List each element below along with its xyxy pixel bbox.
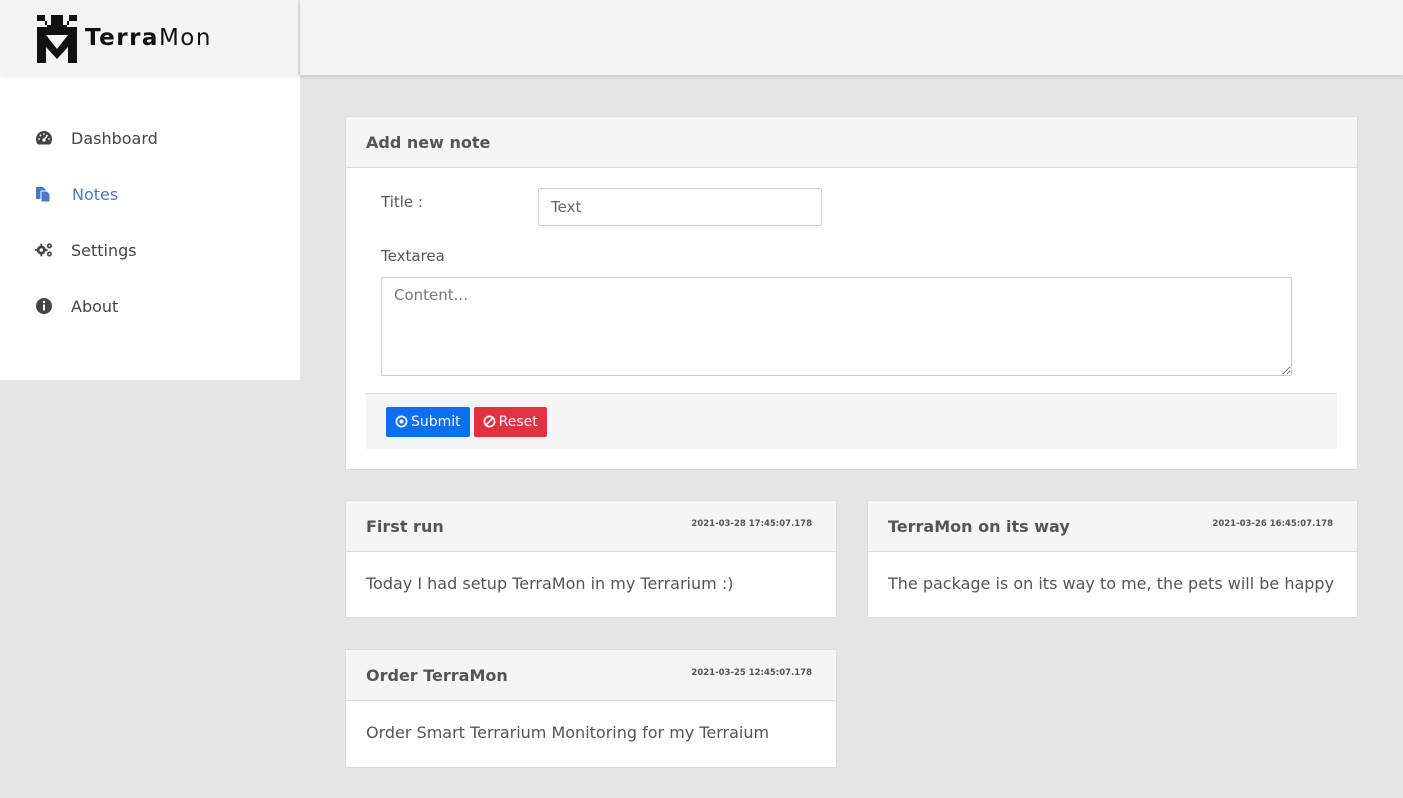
card-title: Add new note <box>366 132 491 152</box>
brand[interactable]: TerraMon <box>0 0 299 75</box>
note-title: TerraMon on its way <box>888 516 1070 536</box>
note-card: Order TerraMon 2021-03-25 12:45:07.178 O… <box>345 649 837 768</box>
ban-icon <box>483 415 496 428</box>
note-timestamp: 2021-03-25 12:45:07.178 <box>691 668 812 678</box>
content-textarea[interactable] <box>381 277 1292 376</box>
dashboard-icon <box>35 131 53 145</box>
sidebar-item-label: Dashboard <box>71 128 158 148</box>
note-card: First run 2021-03-28 17:45:07.178 Today … <box>345 500 837 618</box>
sidebar-item-notes[interactable]: Notes <box>0 166 300 222</box>
sidebar-item-label: Settings <box>71 240 137 260</box>
sidebar-item-settings[interactable]: Settings <box>0 222 300 278</box>
note-header: First run 2021-03-28 17:45:07.178 <box>346 501 836 552</box>
sidebar: Dashboard Notes Settings About <box>0 75 300 380</box>
info-icon <box>36 298 52 314</box>
sidebar-item-about[interactable]: About <box>0 278 300 334</box>
note-header: Order TerraMon 2021-03-25 12:45:07.178 <box>346 650 836 701</box>
note-body: The package is on its way to me, the pet… <box>888 574 1335 593</box>
submit-label: Submit <box>411 413 461 430</box>
form-footer: Submit Reset <box>366 393 1337 449</box>
settings-icon <box>35 243 52 257</box>
circle-dot-icon <box>395 415 408 428</box>
notes-icon <box>36 187 51 203</box>
reset-label: Reset <box>498 413 538 430</box>
note-timestamp: 2021-03-26 16:45:07.178 <box>1212 519 1333 529</box>
note-header: TerraMon on its way 2021-03-26 16:45:07.… <box>868 501 1357 552</box>
sidebar-item-label: About <box>71 296 119 316</box>
reset-button[interactable]: Reset <box>473 406 547 437</box>
top-navbar <box>300 0 1403 75</box>
submit-button[interactable]: Submit <box>386 406 470 437</box>
note-body: Today I had setup TerraMon in my Terrari… <box>366 574 734 593</box>
sidebar-item-label: Notes <box>72 184 119 204</box>
card-header: Add new note <box>346 117 1357 168</box>
note-timestamp: 2021-03-28 17:45:07.178 <box>691 519 812 529</box>
brand-name: TerraMon <box>85 24 212 51</box>
sidebar-item-dashboard[interactable]: Dashboard <box>0 110 300 166</box>
terramon-logo <box>37 14 77 63</box>
note-body: Order Smart Terrarium Monitoring for my … <box>366 723 770 742</box>
note-title: Order TerraMon <box>366 665 508 685</box>
add-note-card: Add new note Title : Textarea Submit Res… <box>345 116 1358 470</box>
note-title: First run <box>366 516 444 536</box>
textarea-label: Textarea <box>381 247 445 265</box>
note-card: TerraMon on its way 2021-03-26 16:45:07.… <box>867 500 1358 618</box>
title-input[interactable] <box>538 188 822 226</box>
title-label: Title : <box>381 193 423 211</box>
